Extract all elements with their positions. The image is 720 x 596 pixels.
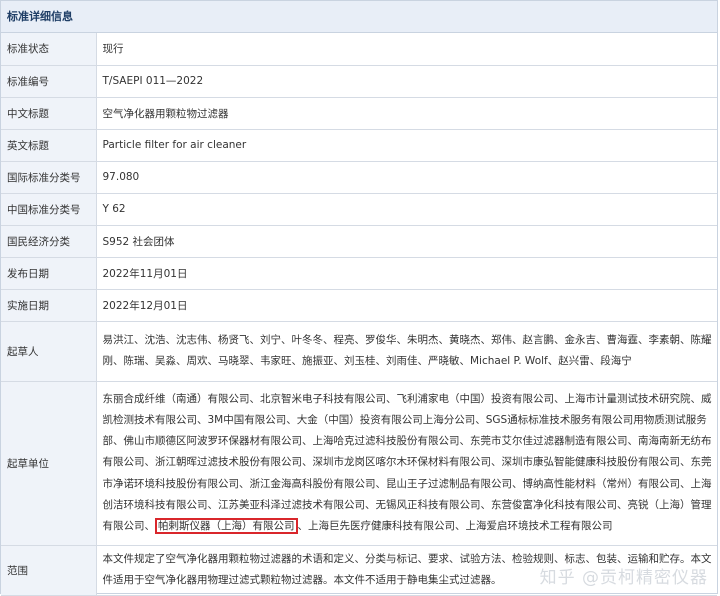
- row-release-date: 发布日期 2022年11月01日: [1, 257, 717, 290]
- value-cn-title: 空气净化器用颗粒物过滤器: [96, 97, 717, 130]
- value-number: T/SAEPI 011—2022: [96, 65, 717, 98]
- standard-detail-panel: 标准详细信息 标准状态 现行 标准编号 T/SAEPI 011—2022 中文标…: [0, 0, 718, 596]
- value-economy: S952 社会团体: [96, 225, 717, 258]
- section-title: 标准详细信息: [1, 1, 717, 33]
- row-drafting-units: 起草单位 东丽合成纤维（南通）有限公司、北京智米电子科技有限公司、飞利浦家电（中…: [1, 381, 717, 546]
- value-en-title: Particle filter for air cleaner: [96, 129, 717, 162]
- zhihu-watermark: 知乎 @贡柯精密仪器: [539, 568, 708, 588]
- label-economy: 国民经济分类: [1, 225, 97, 258]
- row-drafters: 起草人 易洪江、沈浩、沈志伟、杨贤飞、刘宁、叶冬冬、程亮、罗俊华、朱明杰、黄晓杰…: [1, 321, 717, 382]
- row-number: 标准编号 T/SAEPI 011—2022: [1, 65, 717, 98]
- value-release-date: 2022年11月01日: [96, 257, 717, 290]
- label-ccs: 中国标准分类号: [1, 193, 97, 226]
- value-ccs: Y 62: [96, 193, 717, 226]
- row-en-title: 英文标题 Particle filter for air cleaner: [1, 129, 717, 162]
- value-implement-date: 2022年12月01日: [96, 289, 717, 322]
- row-cn-title: 中文标题 空气净化器用颗粒物过滤器: [1, 97, 717, 130]
- detail-table: 标准状态 现行 标准编号 T/SAEPI 011—2022 中文标题 空气净化器…: [1, 33, 717, 596]
- label-release-date: 发布日期: [1, 257, 97, 290]
- row-status: 标准状态 现行: [1, 33, 717, 66]
- highlighted-unit: 帕剌斯仪器（上海）有限公司: [155, 518, 298, 534]
- units-main-text: 东丽合成纤维（南通）有限公司、北京智米电子科技有限公司、飞利浦家电（中国）投资有…: [102, 392, 712, 532]
- label-cn-title: 中文标题: [1, 97, 97, 130]
- units-tail-text: 、上海巨先医疗健康科技有限公司、上海爱启环境技术工程有限公司: [297, 520, 613, 532]
- row-implement-date: 实施日期 2022年12月01日: [1, 289, 717, 322]
- label-status: 标准状态: [1, 33, 97, 66]
- value-drafting-units: 东丽合成纤维（南通）有限公司、北京智米电子科技有限公司、飞利浦家电（中国）投资有…: [96, 381, 717, 546]
- label-implement-date: 实施日期: [1, 289, 97, 322]
- label-number: 标准编号: [1, 65, 97, 98]
- value-status: 现行: [96, 33, 717, 66]
- row-ics: 国际标准分类号 97.080: [1, 161, 717, 194]
- row-economy: 国民经济分类 S952 社会团体: [1, 225, 717, 258]
- label-scope: 范围: [1, 545, 97, 596]
- label-ics: 国际标准分类号: [1, 161, 97, 194]
- label-drafters: 起草人: [1, 321, 97, 382]
- value-ics: 97.080: [96, 161, 717, 194]
- label-en-title: 英文标题: [1, 129, 97, 162]
- value-drafters: 易洪江、沈浩、沈志伟、杨贤飞、刘宁、叶冬冬、程亮、罗俊华、朱明杰、黄晓杰、郑伟、…: [96, 321, 717, 382]
- row-ccs: 中国标准分类号 Y 62: [1, 193, 717, 226]
- label-drafting-units: 起草单位: [1, 381, 97, 546]
